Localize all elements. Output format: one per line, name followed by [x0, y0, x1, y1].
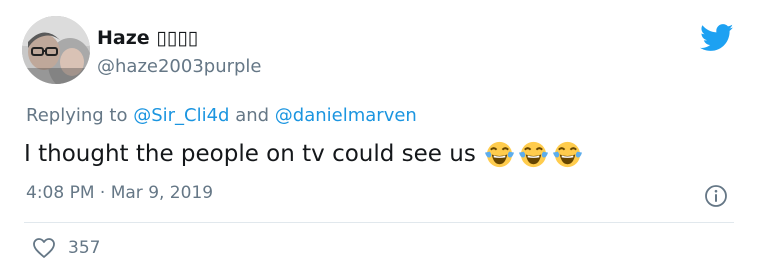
display-name[interactable]: Haze ▯▯▯▯ [97, 26, 198, 50]
tweet-text-body: I thought the people on tv could see us [24, 141, 476, 167]
like-count: 357 [68, 238, 101, 258]
like-button[interactable]: 357 [32, 236, 100, 260]
face-with-tears-of-joy-icon [552, 141, 582, 167]
avatar-photo [22, 16, 90, 84]
divider [24, 222, 734, 223]
avatar[interactable] [22, 16, 90, 84]
replying-prefix: Replying to [26, 105, 134, 126]
heart-icon [33, 238, 55, 258]
face-with-tears-of-joy-icon [484, 141, 514, 167]
replying-to: Replying to @Sir_Cli4d and @danielmarven [26, 104, 417, 128]
info-icon[interactable] [704, 184, 728, 208]
user-handle[interactable]: @haze2003purple [97, 55, 262, 79]
twitter-bird-icon[interactable] [700, 24, 734, 52]
reply-user-link-1[interactable]: @Sir_Cli4d [133, 105, 229, 126]
tweet-emojis [484, 139, 583, 170]
replying-and: and [229, 105, 275, 126]
face-with-tears-of-joy-icon [518, 141, 548, 167]
reply-user-link-2[interactable]: @danielmarven [275, 105, 417, 126]
tweet-timestamp[interactable]: 4:08 PM · Mar 9, 2019 [26, 181, 213, 205]
tweet-text: I thought the people on tv could see us [24, 138, 583, 170]
tweet-card: Haze ▯▯▯▯ @haze2003purple Replying to @S… [0, 0, 758, 278]
